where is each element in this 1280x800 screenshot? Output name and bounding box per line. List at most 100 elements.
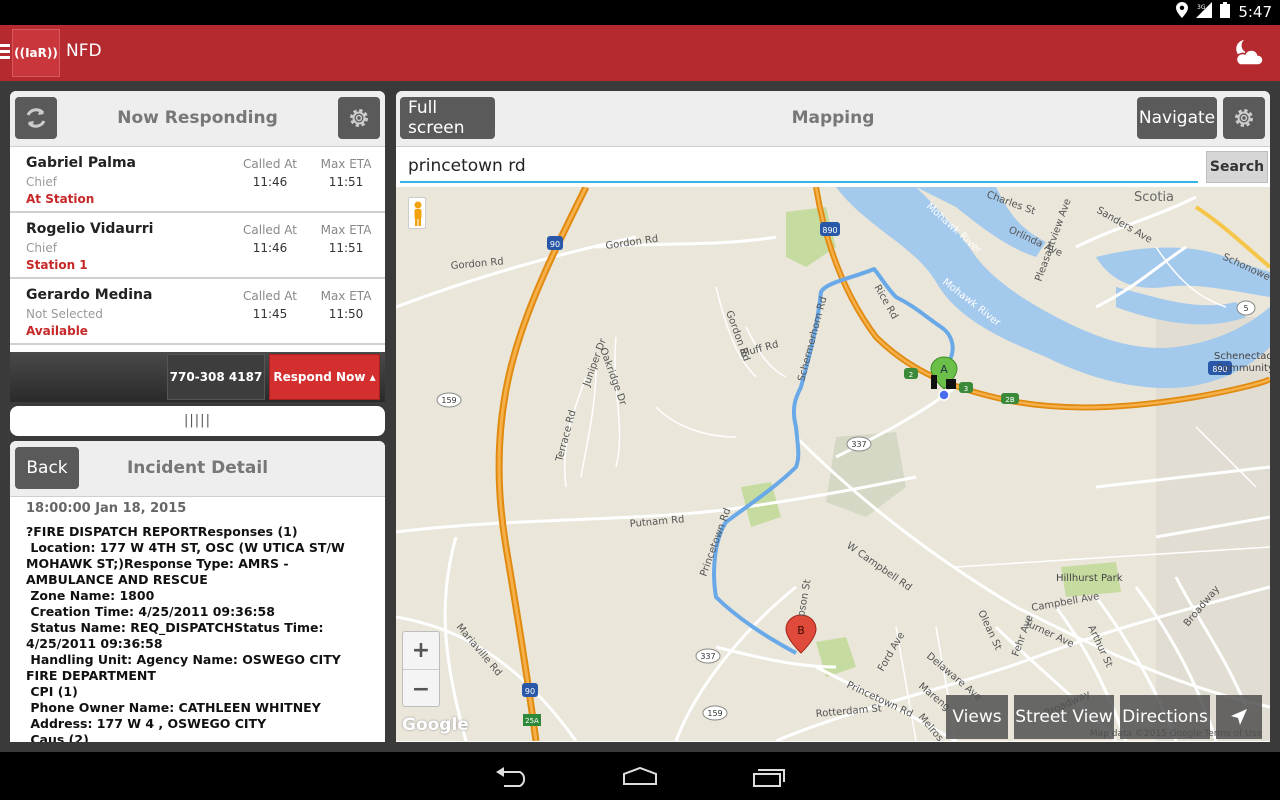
max-eta-label: Max ETA [320,157,372,171]
incident-detail-header: Back Incident Detail [10,441,385,497]
panel-resize-handle[interactable]: ||||| [10,406,385,436]
now-responding-header: Now Responding [10,91,385,147]
shield-label: 337 [700,652,715,661]
incident-detail-title: Incident Detail [126,458,269,478]
respond-now-button[interactable]: Respond Now ▴ [269,354,380,400]
search-button[interactable]: Search [1206,151,1268,183]
location-icon [1176,2,1189,22]
responder-name: Gabriel Palma [26,155,136,171]
system-nav-bar [0,752,1280,800]
responder-row[interactable]: Gerardo Medina Not Selected Available Ca… [10,279,385,345]
incident-line: Phone Owner Name: CATHLEEN WHITNEY [26,700,321,715]
back-nav-icon[interactable] [494,766,530,788]
called-at-label: Called At [243,289,297,303]
clock: 5:47 [1238,3,1272,21]
phone-button[interactable]: 770-308 4187 [167,354,265,400]
called-at-value: 11:45 [252,307,288,321]
shield-label: 890 [822,226,837,235]
shield-label: 90 [550,240,560,249]
weather-icon[interactable] [1232,37,1264,69]
incident-line: Zone Name: 1800 [26,588,155,603]
interstate-shield: 890 [820,222,840,236]
incident-detail-body[interactable]: 18:00:00 Jan 18, 2015 ?FIRE DISPATCH REP… [10,497,385,742]
responding-settings-button[interactable] [338,97,380,139]
exit-label: 2 [909,371,913,379]
map-graphic: A B 90 90 890 890 159 159 337 337 25A 5 … [396,187,1270,741]
exit-label: 2B [1005,396,1014,404]
home-nav-icon[interactable] [620,766,660,788]
route-shield: 5 [1236,300,1256,316]
incident-line: Creation Time: 4/25/2011 09:36:58 [26,604,275,619]
my-location-dot [938,389,950,401]
location-arrow-icon [1231,709,1247,725]
route-shield: 159 [702,705,728,721]
shield-label: 337 [851,440,866,449]
signal-icon: 3G [1196,2,1213,22]
recent-apps-nav-icon[interactable] [750,766,786,788]
map-search-bar: Search [396,147,1270,187]
zoom-in-button[interactable]: + [403,632,439,670]
max-eta-value: 11:51 [328,175,364,189]
views-button[interactable]: Views [946,695,1008,739]
street-view-button[interactable]: Street View [1014,695,1114,739]
address-search-input[interactable] [400,151,1198,183]
mapping-panel: Full screen Mapping Navigate Search [396,91,1270,742]
incident-line: Location: 177 W 4TH ST, OSC (W UTICA ST/… [26,540,350,587]
max-eta-value: 11:51 [328,241,364,255]
route-shield: 25A [523,714,541,726]
incident-line: CPI (1) [26,684,78,699]
exit-label: 3 [964,385,968,393]
now-responding-panel: Now Responding Gabriel Palma Chief At St… [10,91,385,353]
exit-marker: 2 [904,368,918,379]
route-shield: 337 [695,648,721,664]
network-type: 3G [1197,4,1206,11]
app-logo[interactable]: ((IaR)) [12,29,60,77]
route-shield: 159 [436,392,462,408]
map-label: Community [1216,363,1270,374]
exit-marker: 2B [1001,393,1019,404]
responder-status: Available [26,324,88,338]
my-location-button[interactable] [1216,695,1262,739]
max-eta-label: Max ETA [320,223,372,237]
shield-label: 159 [707,709,722,718]
map-label: Schenectad [1214,351,1270,362]
responder-role: Chief [26,241,57,255]
shield-label: 25A [525,717,539,725]
app-bar: ((IaR)) NFD [0,25,1280,81]
map-canvas[interactable]: A B 90 90 890 890 159 159 337 337 25A 5 … [396,187,1270,741]
menu-icon[interactable] [0,44,10,62]
max-eta-label: Max ETA [320,289,372,303]
street-view-pegman-icon[interactable] [408,197,426,229]
responder-row[interactable]: Gabriel Palma Chief At Station Called At… [10,147,385,213]
called-at-label: Called At [243,223,297,237]
navigate-button[interactable]: Navigate [1137,97,1217,139]
incident-line: Status Name: REQ_DISPATCHStatus Time: 4/… [26,620,328,651]
gear-icon [1235,109,1253,127]
battery-icon [1220,2,1231,22]
marker-b-label: B [797,624,805,637]
map-label: Scotia [1134,190,1174,205]
shield-label: 90 [525,687,535,696]
called-at-value: 11:46 [252,175,288,189]
incident-line: ?FIRE DISPATCH REPORTResponses (1) [26,524,298,539]
incident-detail-panel: Back Incident Detail 18:00:00 Jan 18, 20… [10,441,385,742]
google-logo: Google [402,715,469,735]
marker-a-label: A [940,363,948,376]
mapping-header: Full screen Mapping Navigate [396,91,1270,147]
route-shield: 337 [846,436,872,452]
map-settings-button[interactable] [1223,97,1265,139]
app-title: NFD [66,41,102,61]
responder-name: Gerardo Medina [26,287,153,303]
responder-role: Not Selected [26,307,103,321]
responder-status: At Station [26,192,95,206]
interstate-shield: 90 [547,236,563,250]
zoom-out-button[interactable]: − [403,670,439,708]
directions-button[interactable]: Directions [1120,695,1210,739]
status-bar: 3G 5:47 [0,0,1280,25]
responder-row[interactable]: Rogelio Vidaurri Chief Station 1 Called … [10,213,385,279]
shield-label: 159 [441,396,456,405]
called-at-value: 11:46 [252,241,288,255]
respond-bar: 770-308 4187 Respond Now ▴ [10,352,385,402]
incident-line: Caus (2) [26,732,89,742]
incident-line: Handling Unit: Agency Name: OSWEGO CITY … [26,652,346,683]
